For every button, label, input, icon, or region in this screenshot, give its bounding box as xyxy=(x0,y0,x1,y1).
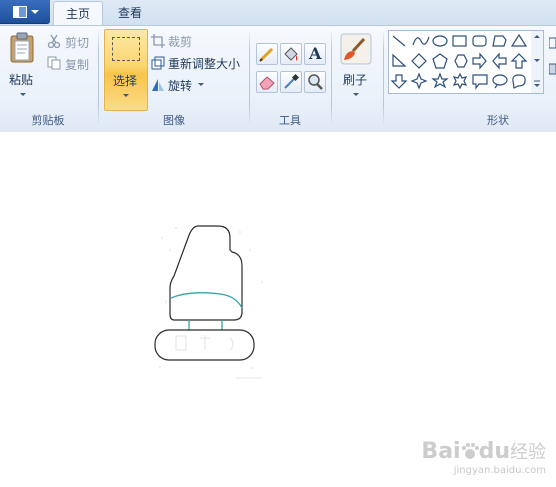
drawing-canvas[interactable]: Bai du经验 jingyan.baidu.com xyxy=(0,132,556,484)
fill-icon[interactable] xyxy=(280,43,302,65)
chevron-down-icon xyxy=(123,94,129,97)
shapes-scrollbar[interactable] xyxy=(531,30,544,94)
oval-callout-shape-icon xyxy=(492,74,508,86)
menu-icon xyxy=(13,6,27,18)
shapes-group-label: 形状 xyxy=(487,114,509,127)
cut-button[interactable]: 剪切 xyxy=(65,34,89,51)
ribbon-tab-bar: 主页 查看 xyxy=(0,0,556,26)
hexagon-shape-icon xyxy=(454,54,468,68)
tab-home[interactable]: 主页 xyxy=(53,1,103,26)
rectangle-shape-icon xyxy=(452,35,467,47)
oval-shape-icon xyxy=(432,35,448,47)
copy-icon xyxy=(47,56,61,70)
clipboard-group-label: 剪贴板 xyxy=(31,114,65,127)
pencil-icon[interactable] xyxy=(256,43,278,65)
eraser-icon[interactable] xyxy=(256,71,278,93)
watermark-brand-end: 经验 xyxy=(510,442,546,463)
brushes-button-label[interactable]: 刷子 xyxy=(343,71,367,88)
paw-icon xyxy=(461,443,479,459)
group-divider xyxy=(98,30,99,126)
color-picker-icon[interactable] xyxy=(280,71,302,93)
polygon-shape-icon xyxy=(492,35,507,47)
seat-seam xyxy=(170,292,243,309)
chevron-down-icon[interactable] xyxy=(20,93,26,96)
text-glyph: A xyxy=(309,44,322,63)
expand-gallery-icon xyxy=(534,84,540,87)
five-point-star-shape-icon xyxy=(431,72,449,89)
resize-button[interactable]: 重新调整大小 xyxy=(168,55,240,72)
rounded-rectangle-shape-icon xyxy=(472,35,487,47)
crop-icon xyxy=(151,34,165,48)
group-divider xyxy=(249,30,250,126)
scroll-up-icon xyxy=(534,35,540,38)
selection-rect-icon xyxy=(112,37,140,61)
canvas-drawing xyxy=(154,225,263,379)
left-arrow-shape-icon xyxy=(492,52,507,70)
text-icon[interactable]: A xyxy=(304,43,326,65)
tools-group-label: 工具 xyxy=(279,114,301,127)
watermark-brand: Bai xyxy=(421,439,461,464)
brush-icon[interactable] xyxy=(340,33,372,65)
right-triangle-shape-icon xyxy=(392,53,407,67)
group-divider xyxy=(383,30,384,126)
rotate-button[interactable]: 旋转 xyxy=(168,77,192,94)
app-menu-button[interactable] xyxy=(0,0,50,24)
tab-view[interactable]: 查看 xyxy=(106,1,154,25)
curve-shape-icon xyxy=(412,36,430,46)
paste-button-label[interactable]: 粘贴 xyxy=(9,71,33,88)
seat-backrest xyxy=(169,225,243,321)
rounded-callout-shape-icon xyxy=(472,74,488,90)
chevron-down-icon xyxy=(31,10,39,14)
ribbon: 粘贴 剪切 复制 剪贴板 选择 裁剪 重新调整大小 旋转 图像 A 工具 刷子 … xyxy=(0,25,556,133)
shapes-gallery[interactable] xyxy=(388,30,533,94)
triangle-shape-icon xyxy=(510,33,528,47)
up-arrow-shape-icon xyxy=(510,53,528,69)
paste-icon[interactable] xyxy=(9,32,37,64)
line-shape-icon xyxy=(392,35,406,47)
diamond-shape-icon xyxy=(411,53,427,69)
pentagon-shape-icon xyxy=(432,53,448,69)
resize-icon xyxy=(151,56,165,70)
rotate-icon xyxy=(152,79,164,91)
watermark-logo: Bai du经验 xyxy=(421,440,546,465)
watermark-brand-mid: du xyxy=(478,439,510,464)
copy-button[interactable]: 复制 xyxy=(65,56,89,73)
down-arrow-shape-icon xyxy=(390,74,408,89)
six-point-star-shape-icon xyxy=(452,72,468,90)
magnifier-icon[interactable] xyxy=(304,71,326,93)
image-group-label: 图像 xyxy=(163,114,185,127)
watermark-url: jingyan.baidu.com xyxy=(453,465,546,476)
right-arrow-shape-icon xyxy=(472,52,487,70)
shapes-grid[interactable] xyxy=(389,31,532,93)
shape-outline-icon[interactable] xyxy=(549,36,556,96)
chevron-down-icon[interactable] xyxy=(353,93,359,96)
four-point-star-shape-icon xyxy=(410,72,428,90)
chevron-down-icon[interactable] xyxy=(198,83,204,86)
scroll-down-icon xyxy=(534,59,540,62)
select-button-label: 选择 xyxy=(113,74,138,88)
watermark: Bai du经验 jingyan.baidu.com xyxy=(421,440,546,477)
group-divider xyxy=(331,30,332,126)
crop-button[interactable]: 裁剪 xyxy=(168,33,192,50)
scissors-icon xyxy=(47,34,61,48)
select-button[interactable]: 选择 xyxy=(104,29,148,111)
cloud-callout-shape-icon xyxy=(512,74,526,89)
